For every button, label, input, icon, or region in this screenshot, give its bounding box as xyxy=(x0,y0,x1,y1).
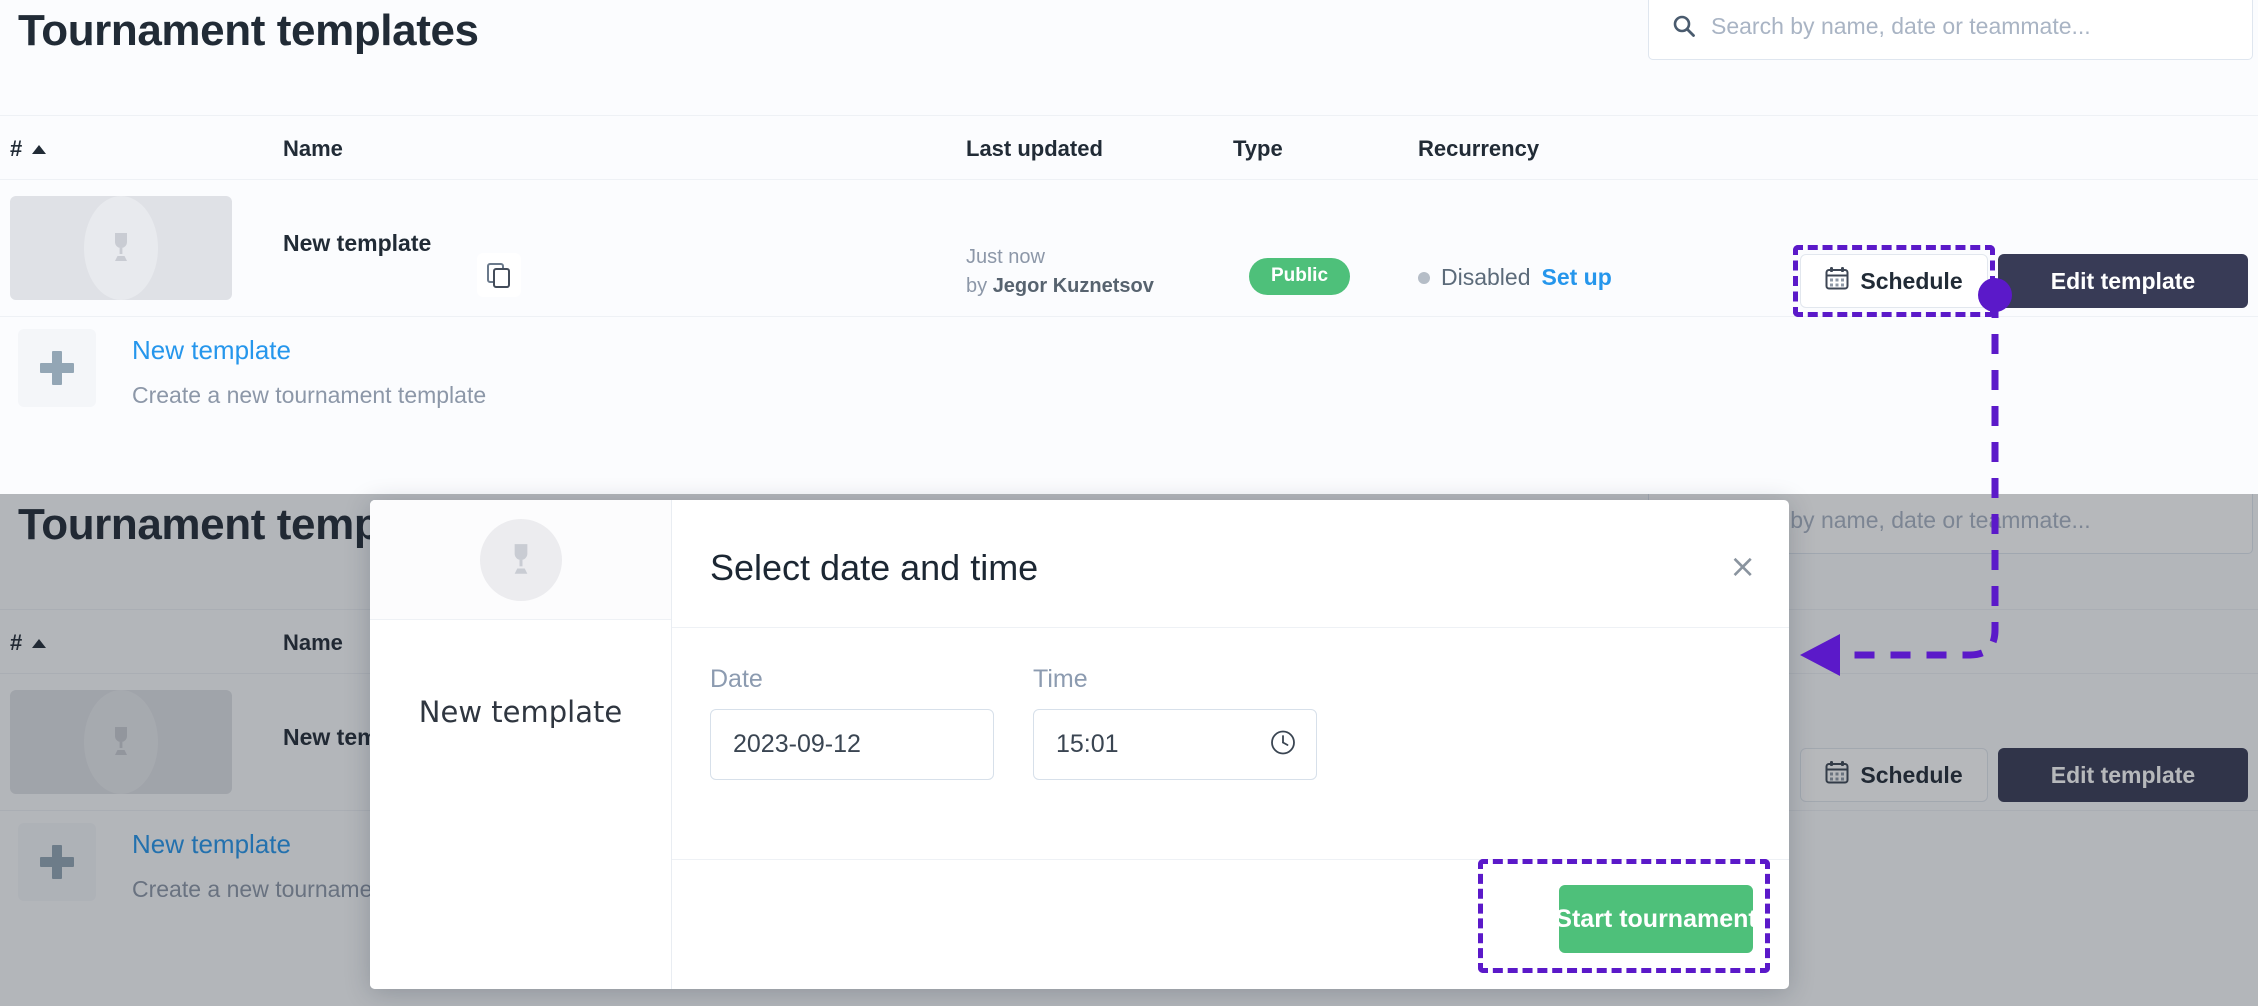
duplicate-template-button[interactable] xyxy=(477,253,521,297)
add-new-template-row[interactable]: New template Create a new tournament tem… xyxy=(0,316,2258,432)
page-header: Tournament templates Search by name, dat… xyxy=(0,0,2258,115)
trophy-icon-background xyxy=(84,690,158,794)
add-template-subtitle: Create a new tournament template xyxy=(132,382,486,409)
column-header-index-background[interactable]: # xyxy=(10,630,22,656)
column-header-type[interactable]: Type xyxy=(1233,136,1283,162)
modal-preview-header xyxy=(370,500,671,620)
date-field-group: Date 2023-09-12 xyxy=(710,665,1033,780)
modal-preview-panel: New template xyxy=(370,500,672,989)
template-thumbnail-background xyxy=(10,690,232,794)
date-input-value: 2023-09-12 xyxy=(733,730,861,759)
close-icon[interactable]: × xyxy=(1729,550,1756,582)
time-input[interactable]: 15:01 xyxy=(1033,709,1317,780)
modal-title: Select date and time xyxy=(710,547,1038,589)
time-field-label: Time xyxy=(1033,665,1356,694)
start-tournament-button[interactable]: Start tournament xyxy=(1559,885,1753,953)
trophy-icon xyxy=(480,519,562,601)
last-updated-author: Jegor Kuznetsov xyxy=(993,275,1154,297)
plus-icon-background xyxy=(18,823,96,901)
modal-footer: Start tournament xyxy=(672,859,1789,989)
screenshot-root: Tournament templates Search by name, dat… xyxy=(0,0,2258,1006)
caret-up-icon[interactable] xyxy=(32,145,46,154)
table-header-row: # Name Last updated Type Recurrency xyxy=(0,115,2258,180)
template-name: New template xyxy=(283,230,431,257)
tournament-templates-page: Tournament templates Search by name, dat… xyxy=(0,0,2258,494)
column-header-name-background[interactable]: Name xyxy=(283,630,343,656)
clock-icon[interactable] xyxy=(1270,729,1296,760)
add-template-title[interactable]: New template xyxy=(132,335,291,366)
schedule-button[interactable]: Schedule xyxy=(1800,254,1988,308)
schedule-button-label: Schedule xyxy=(1860,268,1962,295)
last-updated-prefix: by xyxy=(966,275,993,297)
recurrency-cell: Disabled Set up xyxy=(1418,264,1612,291)
modal-body: Date 2023-09-12 Time 15:01 xyxy=(672,628,1789,858)
edit-template-button[interactable]: Edit template xyxy=(1998,254,2248,308)
template-thumbnail xyxy=(10,196,232,300)
last-updated-time: Just now xyxy=(966,246,1045,268)
time-field-group: Time 15:01 xyxy=(1033,665,1356,780)
caret-up-icon-background[interactable] xyxy=(32,639,46,648)
time-input-value: 15:01 xyxy=(1056,730,1119,759)
edit-template-button-background[interactable]: Edit template xyxy=(1998,748,2248,802)
plus-icon xyxy=(18,329,96,407)
column-header-index[interactable]: # xyxy=(10,136,22,162)
column-header-recurrency[interactable]: Recurrency xyxy=(1418,136,1539,162)
modal-header: Select date and time × xyxy=(672,500,1789,628)
modal-content-panel: Select date and time × Date 2023-09-12 T… xyxy=(672,500,1789,989)
search-input[interactable]: Search by name, date or teammate... xyxy=(1648,0,2253,60)
search-placeholder: Search by name, date or teammate... xyxy=(1711,13,2091,40)
modal-template-name: New template xyxy=(370,695,671,729)
calendar-icon xyxy=(1825,266,1849,296)
schedule-button-label-background: Schedule xyxy=(1860,762,1962,789)
column-header-last-updated[interactable]: Last updated xyxy=(966,136,1103,162)
trophy-icon xyxy=(84,196,158,300)
add-template-title-background[interactable]: New template xyxy=(132,829,291,860)
page-title: Tournament templates xyxy=(18,6,479,56)
last-updated-cell: Just now by Jegor Kuznetsov xyxy=(966,243,1154,301)
date-input[interactable]: 2023-09-12 xyxy=(710,709,994,780)
schedule-button-background[interactable]: Schedule xyxy=(1800,748,1988,802)
set-up-link[interactable]: Set up xyxy=(1542,264,1612,291)
column-header-name[interactable]: Name xyxy=(283,136,343,162)
calendar-icon-background xyxy=(1825,760,1849,790)
date-field-label: Date xyxy=(710,665,1033,694)
select-date-time-dialog: New template Select date and time × Date… xyxy=(370,500,1789,989)
recurrency-status: Disabled xyxy=(1441,264,1531,291)
search-icon xyxy=(1673,15,1695,37)
status-dot-icon xyxy=(1418,272,1430,284)
status-badge: Public xyxy=(1249,258,1350,295)
